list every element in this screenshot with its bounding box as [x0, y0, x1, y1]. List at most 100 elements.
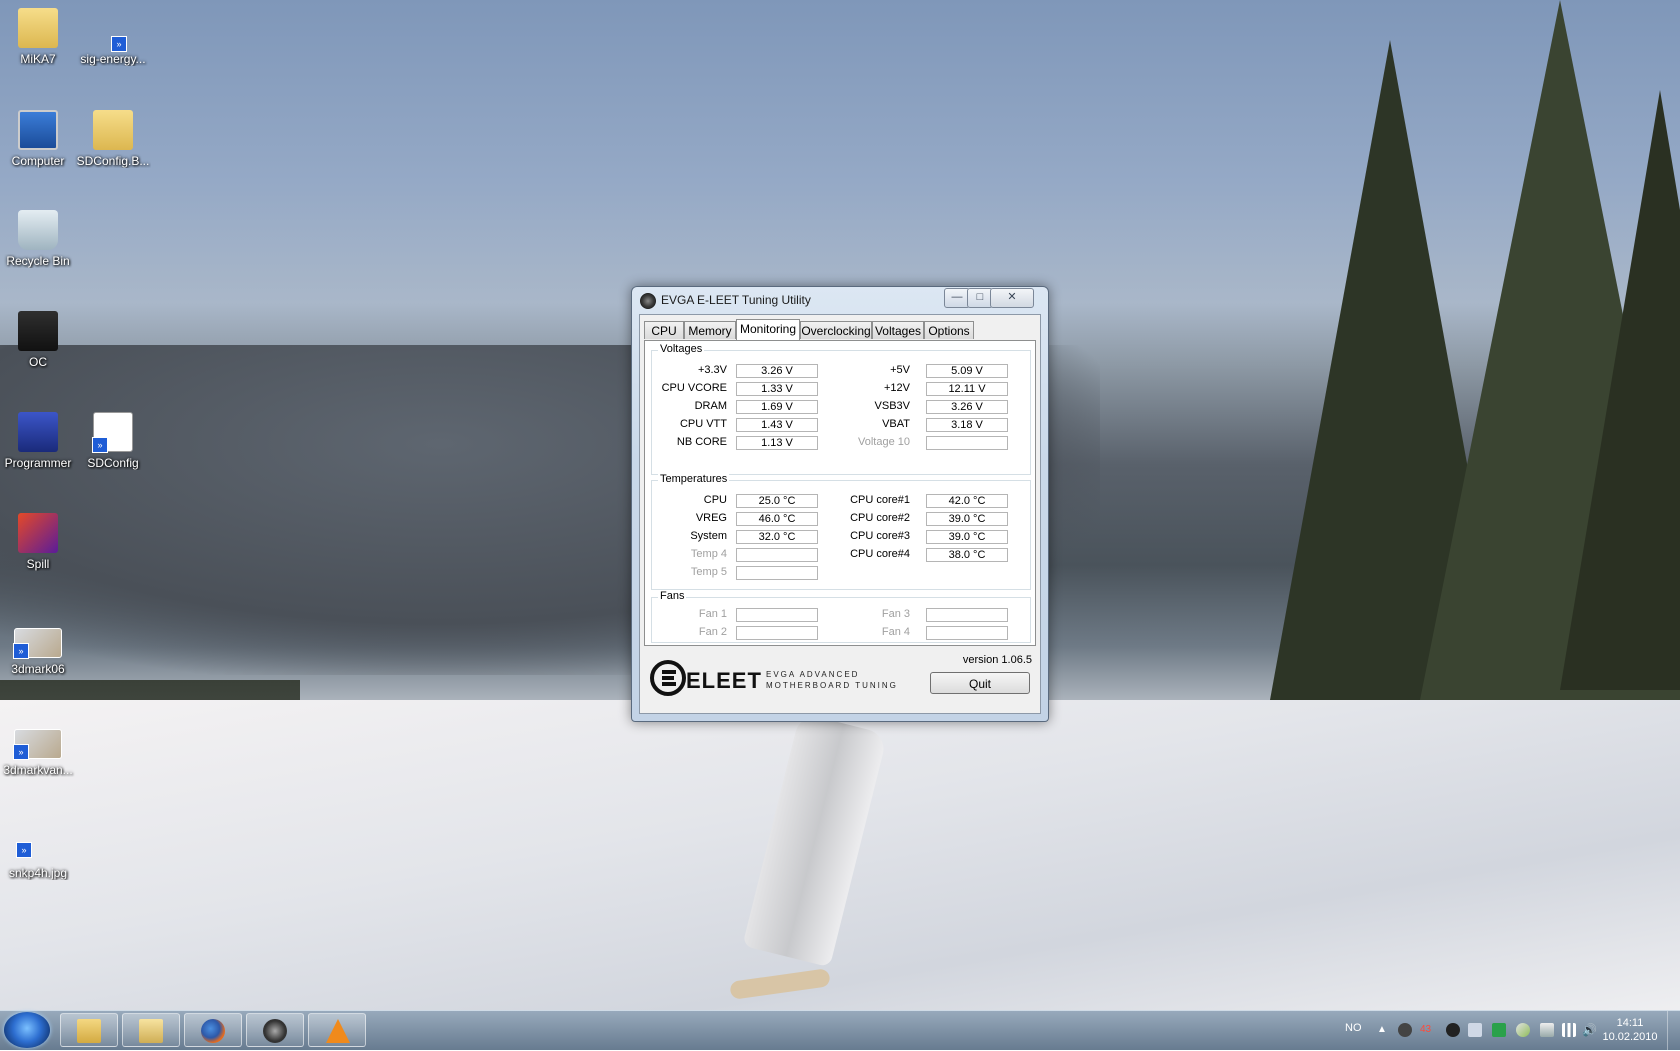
tab-voltages[interactable]: Voltages — [872, 321, 924, 339]
temperature-value-empty — [736, 548, 818, 562]
document-shortcut-icon: » — [92, 412, 133, 453]
desktop-icon-recycle-bin[interactable]: Recycle Bin — [0, 210, 76, 268]
green-app-icon[interactable] — [1492, 1023, 1506, 1037]
close-button[interactable]: ✕ — [990, 288, 1034, 308]
firefox-icon — [201, 1019, 225, 1043]
temperature-value: 38.0 °C — [926, 548, 1008, 562]
voltage-value: 3.26 V — [926, 400, 1008, 414]
quit-button[interactable]: Quit — [930, 672, 1030, 694]
tab-monitoring[interactable]: Monitoring — [736, 319, 800, 340]
steam-icon[interactable] — [1446, 1023, 1460, 1037]
voltages-group: Voltages +3.3V 3.26 V +5V 5.09 V CPU VCO… — [651, 343, 1031, 475]
voltage-label: +5V — [890, 364, 910, 376]
fan-value-empty — [926, 608, 1008, 622]
fan-label-disabled: Fan 1 — [698, 608, 727, 620]
shortcut-icon: » — [93, 8, 133, 52]
temperature-label-disabled: Temp 4 — [690, 548, 727, 560]
folder-icon — [139, 1019, 163, 1043]
temperatures-group-label: Temperatures — [658, 473, 730, 485]
fan-label-disabled: Fan 4 — [881, 626, 910, 638]
show-desktop-button[interactable] — [1667, 1011, 1680, 1051]
title-bar[interactable]: EVGA E-LEET Tuning Utility — □ ✕ — [632, 287, 1048, 313]
voltage-label: CPU VCORE — [661, 382, 727, 394]
desktop-icon-programmer[interactable]: Programmer — [0, 412, 76, 470]
language-indicator[interactable]: NO — [1345, 1022, 1362, 1034]
image-shortcut-icon: » — [13, 729, 62, 760]
temperature-value: 42.0 °C — [926, 494, 1008, 508]
version-text: version 1.06.5 — [962, 654, 1032, 666]
temperature-value: 46.0 °C — [736, 512, 818, 526]
voltage-value: 1.69 V — [736, 400, 818, 414]
desktop-icon-sdconfig[interactable]: » SDConfig — [75, 412, 151, 470]
voltage-value: 1.43 V — [736, 418, 818, 432]
voltage-label-disabled: Voltage 10 — [858, 436, 910, 448]
desktop-icon-label: OC — [29, 355, 47, 369]
desktop-icon-snkp4h[interactable]: » snkp4h.jpg — [0, 822, 76, 880]
show-hidden-icons-icon[interactable]: ▲ — [1375, 1023, 1389, 1037]
desktop-icon-label: Programmer — [4, 456, 72, 470]
temperature-value: 32.0 °C — [736, 530, 818, 544]
action-center-icon[interactable] — [1540, 1023, 1554, 1037]
desktop-icon-label: 3dmark06 — [11, 662, 65, 676]
user-folder-icon — [18, 8, 58, 48]
taskbar-explorer[interactable] — [122, 1013, 180, 1047]
desktop-icon-3dmark06[interactable]: » 3dmark06 — [0, 620, 76, 676]
desktop-icon-mika7[interactable]: MiKA7 — [0, 8, 76, 66]
voltage-value: 3.18 V — [926, 418, 1008, 432]
memory-card-icon — [18, 311, 58, 351]
tray-app-icon[interactable] — [1398, 1023, 1412, 1037]
temperatures-group: Temperatures CPU 25.0 °C CPU core#1 42.0… — [651, 473, 1031, 590]
eleet-window: EVGA E-LEET Tuning Utility — □ ✕ CPU Mem… — [631, 286, 1049, 722]
network-share-icon[interactable] — [1516, 1023, 1530, 1037]
temperature-label: CPU core#3 — [850, 530, 910, 542]
temperature-label-disabled: Temp 5 — [690, 566, 727, 578]
fans-group-label: Fans — [658, 590, 687, 602]
temperature-label: CPU — [703, 494, 727, 506]
temperature-value-empty — [736, 566, 818, 580]
desktop-icon-label: SDConfig.B... — [76, 154, 150, 168]
clock-date: 10.02.2010 — [1602, 1031, 1658, 1043]
voltage-label: NB CORE — [676, 436, 727, 448]
temperature-label: CPU core#4 — [850, 548, 910, 560]
temperature-badge[interactable]: 43 — [1420, 1023, 1434, 1037]
network-signal-icon[interactable] — [1562, 1023, 1576, 1037]
recycle-bin-icon — [18, 210, 58, 250]
desktop-icon-oc[interactable]: OC — [0, 311, 76, 369]
voltage-label: CPU VTT — [679, 418, 727, 430]
tab-options[interactable]: Options — [924, 321, 974, 339]
voltage-label: VSB3V — [874, 400, 910, 412]
folder-icon — [93, 110, 133, 150]
logo-subtitle-2: MOTHERBOARD TUNING — [766, 681, 898, 690]
desktop-icon-label: Spill — [26, 557, 50, 571]
monitor-icon[interactable] — [1468, 1023, 1482, 1037]
desktop-icon-spill[interactable]: Spill — [0, 513, 76, 571]
desktop-icon-3dmarkvan[interactable]: » 3dmarkvan... — [0, 721, 76, 777]
desktop-icon-sdconfig-b[interactable]: SDConfig.B... — [75, 110, 151, 168]
fans-group: Fans Fan 1 Fan 3 Fan 2 Fan 4 — [651, 590, 1031, 643]
desktop-icon-label: sig-energy... — [80, 52, 146, 66]
monitoring-panel: Voltages +3.3V 3.26 V +5V 5.09 V CPU VCO… — [644, 340, 1036, 646]
desktop-icon-label: Computer — [11, 154, 65, 168]
desktop-icon-computer[interactable]: Computer — [0, 110, 76, 168]
fan-value-empty — [736, 626, 818, 640]
fan-value-empty — [926, 626, 1008, 640]
clock-time: 14:11 — [1616, 1017, 1644, 1029]
desktop-icon-label: snkp4h.jpg — [8, 866, 68, 880]
desktop-icon-sig-energy[interactable]: » sig-energy... — [75, 8, 151, 66]
taskbar-vlc[interactable] — [308, 1013, 366, 1047]
window-client: CPU Memory Monitoring Overclocking Volta… — [639, 314, 1041, 714]
voltage-value: 3.26 V — [736, 364, 818, 378]
voltage-value: 1.33 V — [736, 382, 818, 396]
tab-memory[interactable]: Memory — [684, 321, 736, 339]
tab-cpu[interactable]: CPU — [644, 321, 684, 339]
image-shortcut-icon: » — [16, 828, 58, 862]
voltage-label: +3.3V — [697, 364, 727, 376]
temperature-label: CPU core#1 — [850, 494, 910, 506]
taskbar-eleet[interactable] — [246, 1013, 304, 1047]
fan-label-disabled: Fan 2 — [698, 626, 727, 638]
clock[interactable]: 14:11 10.02.2010 — [1590, 1016, 1670, 1044]
tab-overclocking[interactable]: Overclocking — [800, 321, 872, 339]
start-button[interactable] — [4, 1012, 50, 1048]
taskbar-firefox[interactable] — [184, 1013, 242, 1047]
taskbar-libraries[interactable] — [60, 1013, 118, 1047]
